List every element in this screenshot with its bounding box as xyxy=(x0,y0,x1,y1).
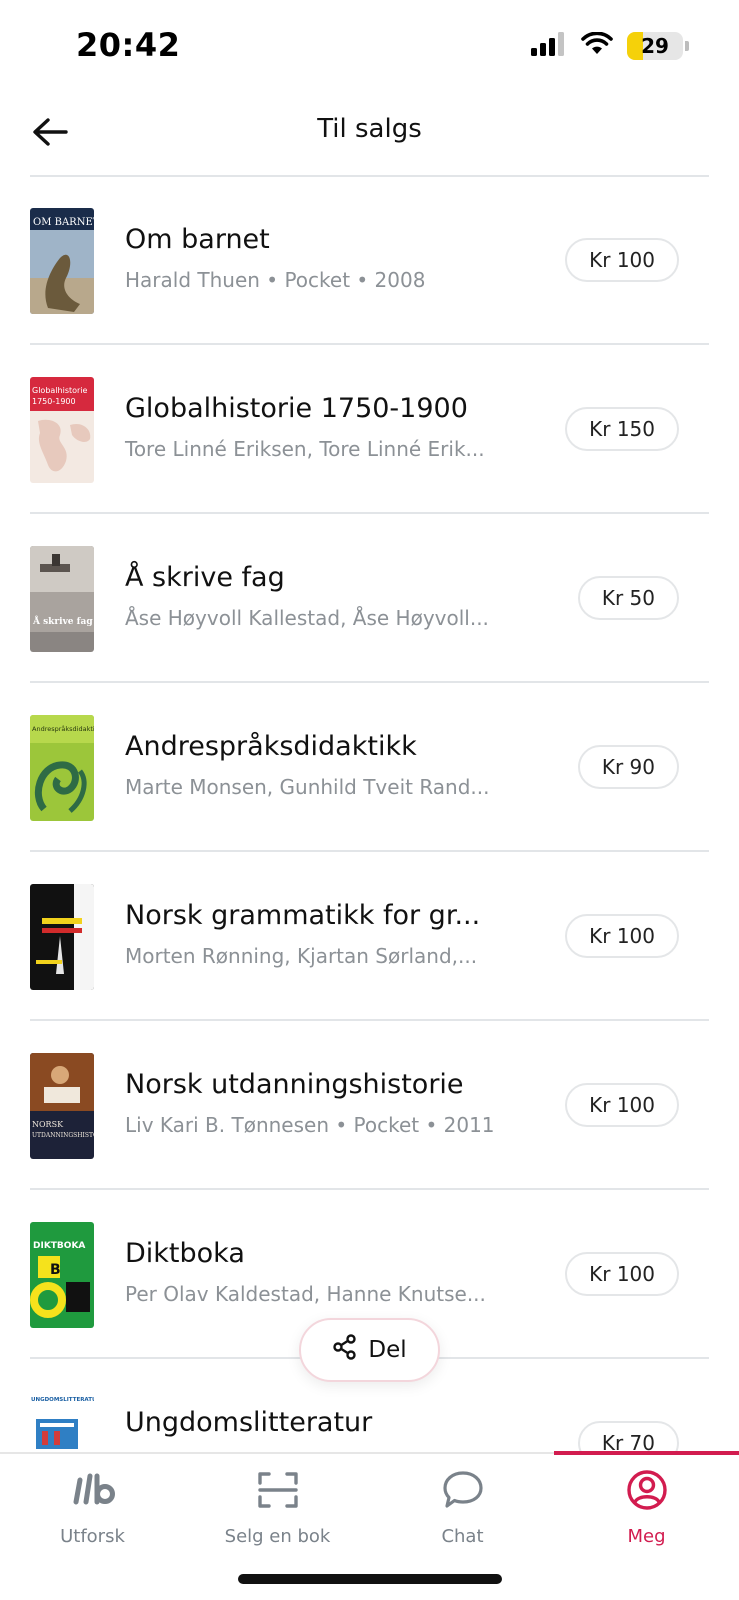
price-badge[interactable]: Kr 90 xyxy=(577,745,679,789)
page-title: Til salgs xyxy=(317,114,422,144)
list-item[interactable]: NORSK UTDANNINGSHISTORIE Norsk utdanning… xyxy=(30,1021,709,1190)
svg-text:UTDANNINGSHISTORIE: UTDANNINGSHISTORIE xyxy=(32,1132,94,1139)
book-meta: Morten Rønning, Kjartan Sørland,... xyxy=(125,944,478,968)
home-indicator xyxy=(238,1574,502,1584)
book-meta: Harald Thuen • Pocket • 2008 xyxy=(125,268,426,292)
book-cover-image: NORSK UTDANNINGSHISTORIE xyxy=(30,1053,94,1159)
list-item[interactable]: Andrespråksdidaktikk Andrespråksdidaktik… xyxy=(30,683,709,852)
book-meta: Åse Høyvoll Kallestad, Åse Høyvoll... xyxy=(125,606,489,630)
svg-text:Andrespråksdidaktikk: Andrespråksdidaktikk xyxy=(32,724,94,733)
tab-label: Utforsk xyxy=(60,1526,125,1547)
book-meta: Marte Monsen, Gunhild Tveit Rand... xyxy=(125,775,490,799)
battery-percentage: 29 xyxy=(641,34,669,58)
list-item[interactable]: Å skrive fag Å skrive fag Åse Høyvoll Ka… xyxy=(30,514,709,683)
list-item[interactable]: OM BARNET Om barnet Harald Thuen • Pocke… xyxy=(30,176,709,345)
battery-icon: 29 xyxy=(627,32,683,60)
tab-label: Selg en bok xyxy=(224,1526,331,1547)
nav-header: Til salgs xyxy=(0,96,739,177)
wifi-icon xyxy=(581,31,613,60)
list-item[interactable]: Globalhistorie 1750-1900 Globalhistorie … xyxy=(30,345,709,514)
share-label: Del xyxy=(368,1337,407,1363)
price-badge[interactable]: Kr 150 xyxy=(565,407,679,451)
svg-text:DIKTBOKA: DIKTBOKA xyxy=(33,1241,85,1251)
book-cover-image: Andrespråksdidaktikk xyxy=(30,715,94,821)
svg-text:UNGDOMSLITTERATUR: UNGDOMSLITTERATUR xyxy=(31,1397,94,1403)
book-title: Globalhistorie 1750-1900 xyxy=(125,393,468,424)
explore-logo-icon xyxy=(70,1464,116,1516)
list-item[interactable]: Norsk grammatikk for gr... Morten Rønnin… xyxy=(30,852,709,1021)
book-title: Norsk utdanningshistorie xyxy=(125,1069,464,1100)
price-badge[interactable]: Kr 100 xyxy=(565,238,679,282)
tab-chat[interactable]: Chat xyxy=(370,1464,555,1560)
price-badge[interactable]: Kr 50 xyxy=(577,576,679,620)
price-badge[interactable]: Kr 100 xyxy=(565,1252,679,1296)
book-cover-image: OM BARNET xyxy=(30,208,94,314)
tab-selg-en-bok[interactable]: Selg en bok xyxy=(185,1464,370,1560)
price-badge[interactable]: Kr 100 xyxy=(565,914,679,958)
active-tab-indicator xyxy=(554,1451,739,1455)
book-title: Norsk grammatikk for gr... xyxy=(125,900,481,931)
chat-bubble-icon xyxy=(442,1464,484,1516)
book-list: OM BARNET Om barnet Harald Thuen • Pocke… xyxy=(0,176,739,1452)
book-cover-image xyxy=(30,884,94,990)
book-title: Diktboka xyxy=(125,1238,245,1269)
svg-text:1750-1900: 1750-1900 xyxy=(32,397,76,406)
tab-label: Meg xyxy=(627,1526,666,1547)
svg-text:B: B xyxy=(50,1262,61,1278)
book-cover-image: Globalhistorie 1750-1900 xyxy=(30,377,94,483)
price-badge[interactable]: Kr 100 xyxy=(565,1083,679,1127)
book-title: Om barnet xyxy=(125,224,270,255)
book-meta: Liv Kari B. Tønnesen • Pocket • 2011 xyxy=(125,1113,495,1137)
status-bar: 20:42 29 xyxy=(0,0,739,96)
svg-text:OM BARNET: OM BARNET xyxy=(33,217,94,228)
book-title: Andrespråksdidaktikk xyxy=(125,731,417,762)
book-cover-image: UNGDOMSLITTERATUR xyxy=(30,1391,94,1452)
user-profile-icon xyxy=(626,1464,668,1516)
scan-barcode-icon xyxy=(257,1464,298,1516)
status-icons: 29 xyxy=(531,31,689,60)
book-meta: Tore Linné Eriksen, Tore Linné Erik... xyxy=(125,437,485,461)
book-title: Ungdomslitteratur xyxy=(125,1407,373,1438)
price-badge[interactable]: Kr 70 xyxy=(577,1421,679,1452)
book-title: Å skrive fag xyxy=(125,562,285,593)
svg-text:NORSK: NORSK xyxy=(32,1120,64,1129)
svg-text:Å skrive fag: Å skrive fag xyxy=(32,615,93,627)
book-cover-image: Å skrive fag xyxy=(30,546,94,652)
share-icon xyxy=(332,1334,358,1366)
tab-meg[interactable]: Meg xyxy=(554,1464,739,1560)
cellular-signal-icon xyxy=(531,32,567,60)
book-meta: Per Olav Kaldestad, Hanne Knutse... xyxy=(125,1282,486,1306)
tab-utforsk[interactable]: Utforsk xyxy=(0,1464,185,1560)
battery-cap xyxy=(685,41,689,51)
svg-text:Globalhistorie: Globalhistorie xyxy=(32,386,88,395)
tab-label: Chat xyxy=(441,1526,484,1547)
status-time: 20:42 xyxy=(76,26,181,64)
book-cover-image: DIKTBOKA B xyxy=(30,1222,94,1328)
share-button[interactable]: Del xyxy=(299,1318,440,1382)
